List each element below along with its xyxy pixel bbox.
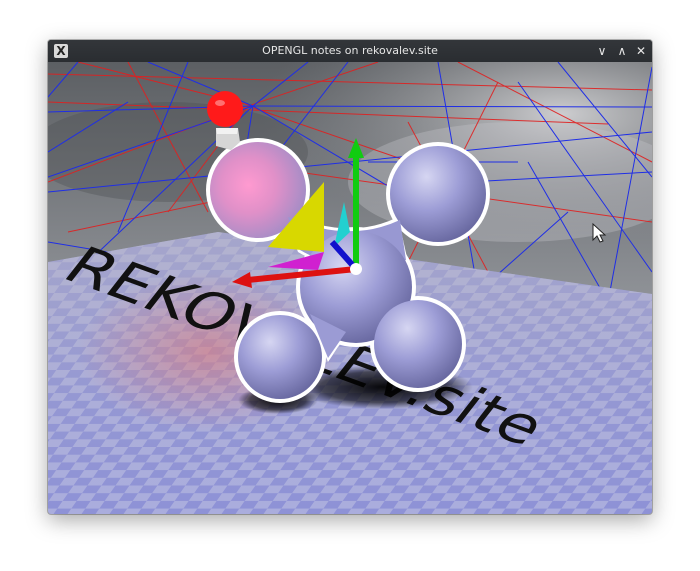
minimize-button[interactable]: ∨: [594, 40, 610, 62]
app-window: X OPENGL notes on rekovalev.site ∨ ∧ ✕: [48, 40, 652, 514]
maximize-button[interactable]: ∧: [614, 40, 630, 62]
opengl-viewport[interactable]: REKOVALEV.site: [48, 62, 652, 514]
title-bar[interactable]: X OPENGL notes on rekovalev.site ∨ ∧ ✕: [48, 40, 652, 62]
close-button[interactable]: ✕: [633, 40, 649, 62]
window-title: OPENGL notes on rekovalev.site: [262, 44, 438, 57]
